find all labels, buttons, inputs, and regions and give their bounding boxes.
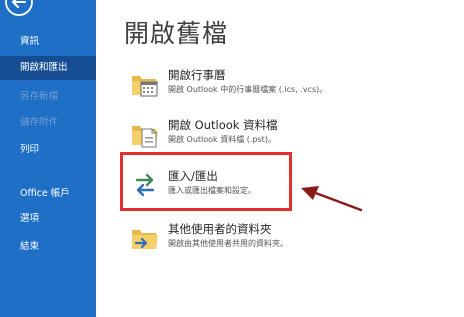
open-calendar-option[interactable]: 開啟行事曆 開啟 Outlook 中的行事曆檔案 (.ics, .vcs)。 — [130, 67, 430, 111]
sidebar-item-exit[interactable]: 結束 — [0, 235, 96, 259]
option-title: 開啟行事曆 — [168, 68, 226, 82]
sidebar-item-open-export[interactable]: 開啟和匯出 — [0, 56, 96, 80]
sidebar-item-print[interactable]: 列印 — [0, 138, 96, 162]
back-arrow-icon — [5, 0, 33, 16]
shared-folder-icon — [132, 230, 158, 249]
page-title: 開啟舊檔 — [124, 19, 229, 48]
option-description: 開啟 Outlook 中的行事曆檔案 (.ics, .vcs)。 — [168, 85, 328, 94]
sidebar-item-save-as: 另存新檔 — [20, 91, 59, 102]
calendar-folder-icon — [132, 76, 158, 97]
option-description: 開啟 Outlook 資料檔 (.pst)。 — [168, 135, 276, 144]
sidebar-item-options[interactable]: 選項 — [0, 207, 96, 231]
option-title: 其他使用者的資料夾 — [168, 222, 272, 236]
option-description: 開啟由其他使用者共用的資料夾。 — [168, 239, 288, 248]
other-users-folder-option[interactable]: 其他使用者的資料夾 開啟由其他使用者共用的資料夾。 — [130, 221, 430, 265]
data-file-folder-icon — [132, 126, 158, 148]
backstage-sidebar: 資訊 開啟和匯出 另存新檔 儲存附件 列印 Office 帳戶 選項 結束 — [0, 0, 96, 317]
sidebar-item-office-account[interactable]: Office 帳戶 — [0, 182, 96, 206]
sidebar-item-info[interactable]: 資訊 — [0, 30, 96, 54]
back-button[interactable] — [0, 0, 44, 18]
option-title: 開啟 Outlook 資料檔 — [168, 118, 278, 132]
highlight-box — [120, 152, 292, 211]
annotation-arrow-icon — [301, 186, 363, 212]
sidebar-item-save-attachments: 儲存附件 — [20, 117, 59, 128]
